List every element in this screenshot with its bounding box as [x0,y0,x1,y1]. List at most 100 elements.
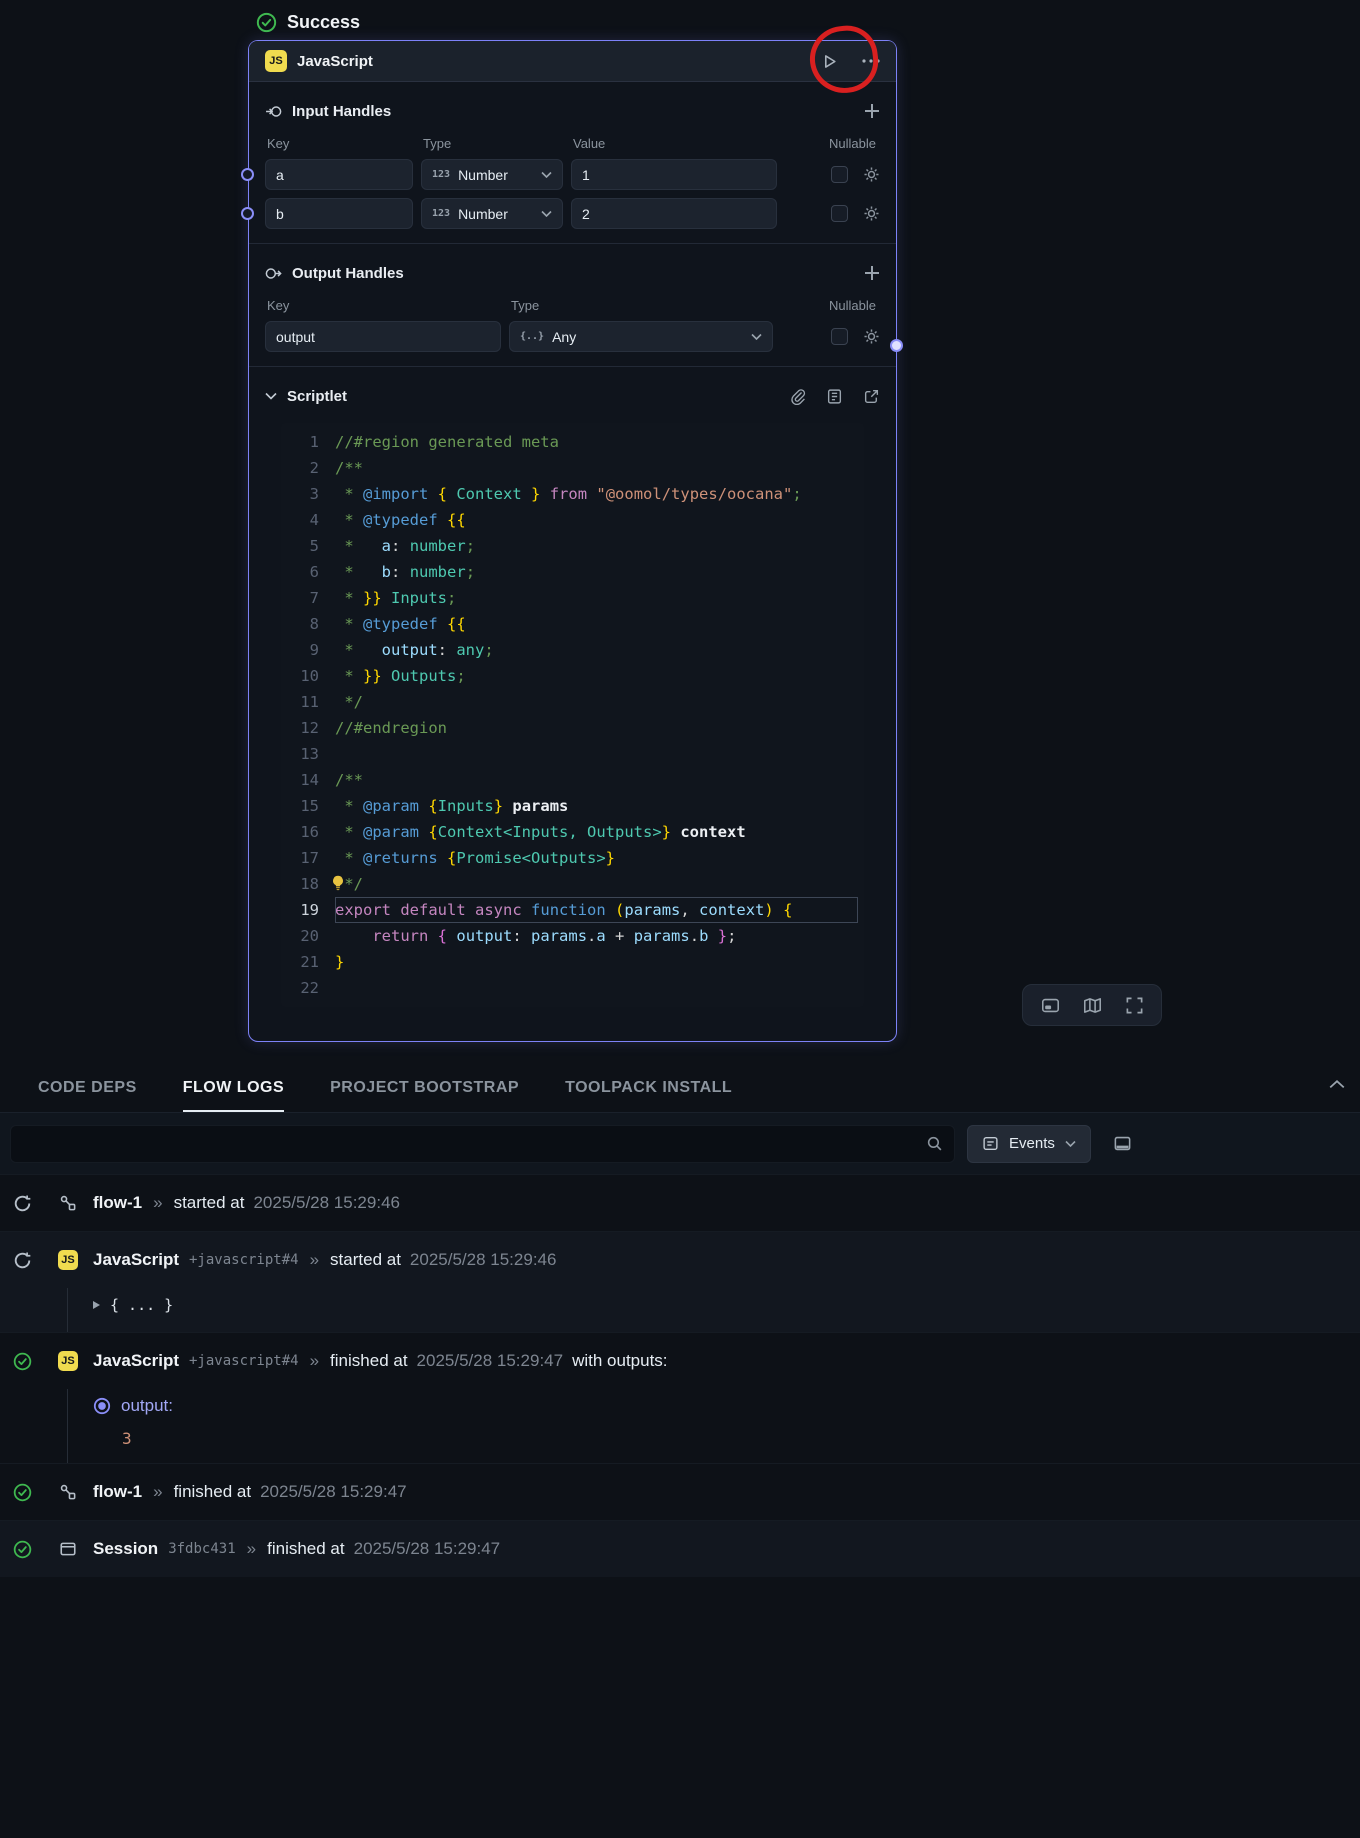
code-line-8[interactable]: * @typedef {{ [335,611,858,637]
log-separator: » [310,1250,319,1270]
fit-view-button[interactable] [1117,990,1151,1020]
code-editor[interactable]: 12345678910111213141516171819202122 //#r… [281,423,864,1007]
log-node-name: JavaScript [93,1351,179,1371]
code-line-11[interactable]: */ [335,689,858,715]
code-line-21[interactable]: } [335,949,858,975]
log-row[interactable]: JS JavaScript +javascript#4 » finished a… [0,1333,1360,1389]
add-input-handle-button[interactable] [864,103,880,119]
type-select[interactable]: 123 Number [421,198,563,229]
spinner-icon [13,1251,32,1270]
code-line-4[interactable]: * @typedef {{ [335,507,858,533]
attach-button[interactable] [789,388,806,405]
nullable-checkbox[interactable] [831,328,848,345]
log-entry-session-finished: Session 3fdbc431 » finished at 2025/5/28… [0,1520,1360,1577]
bottom-panel-tabs: CODE DEPS FLOW LOGS PROJECT BOOTSTRAP TO… [0,1065,1360,1112]
code-line-2[interactable]: /** [335,455,858,481]
check-icon [13,1483,32,1502]
panel-layout-button[interactable] [1033,990,1067,1020]
tab-project-bootstrap[interactable]: PROJECT BOOTSTRAP [330,1065,519,1112]
code-line-17[interactable]: * @returns {Promise<Outputs>} [335,845,858,871]
tab-code-deps[interactable]: CODE DEPS [38,1065,137,1112]
code-line-10[interactable]: * }} Outputs; [335,663,858,689]
plus-icon [864,103,880,119]
input-handles-icon [265,103,282,120]
session-icon [59,1540,77,1558]
code-line-12[interactable]: //#endregion [335,715,858,741]
code-line-3[interactable]: * @import { Context } from "@oomol/types… [335,481,858,507]
log-entry-flow-started: flow-1 » started at 2025/5/28 15:29:46 [0,1174,1360,1231]
code-line-22[interactable] [335,975,858,1001]
collapse-panel-button[interactable] [1328,1077,1346,1091]
open-external-button[interactable] [863,388,880,405]
log-action: finished at [330,1351,408,1371]
log-output-value: 3 [68,1423,1360,1453]
node-menu-button[interactable] [862,59,880,63]
log-separator: » [153,1193,162,1213]
log-output-key: output: [121,1396,173,1416]
log-row[interactable]: flow-1 » started at 2025/5/28 15:29:46 [0,1175,1360,1231]
log-panel-toggle-button[interactable] [1113,1134,1132,1153]
minimap-button[interactable] [1075,990,1109,1020]
log-row[interactable]: JS JavaScript +javascript#4 » started at… [0,1232,1360,1288]
type-select[interactable]: 123 Number [421,159,563,190]
handle-settings-button[interactable] [863,328,880,345]
code-line-20[interactable]: return { output: params.a + params.b }; [335,923,858,949]
code-line-19[interactable]: export default async function (params, c… [335,897,858,923]
output-columns: Key Type Nullable [265,298,880,313]
canvas-toolbar [1022,984,1162,1026]
search-input[interactable] [10,1125,955,1163]
flow-icon [59,1194,77,1212]
code-line-18[interactable]: */ [335,871,858,897]
tab-flow-logs[interactable]: FLOW LOGS [183,1065,284,1112]
javascript-node[interactable]: JS JavaScript Input Handles [248,40,897,1042]
code-line-14[interactable]: /** [335,767,858,793]
output-port[interactable] [890,339,903,352]
code-line-5[interactable]: * a: number; [335,533,858,559]
handle-settings-button[interactable] [863,166,880,183]
chevron-up-icon [1328,1077,1346,1091]
code-line-15[interactable]: * @param {Inputs} params [335,793,858,819]
log-node-name: JavaScript [93,1250,179,1270]
code-line-16[interactable]: * @param {Context<Inputs, Outputs>} cont… [335,819,858,845]
code-line-9[interactable]: * output: any; [335,637,858,663]
tab-toolpack-install[interactable]: TOOLPACK INSTALL [565,1065,732,1112]
add-output-handle-button[interactable] [864,265,880,281]
flow-icon [59,1483,77,1501]
spinner-icon [13,1194,32,1213]
log-row[interactable]: flow-1 » finished at 2025/5/28 15:29:47 [0,1464,1360,1520]
output-handles-title: Output Handles [292,265,404,282]
log-detail-expander[interactable]: { ... } [68,1288,1360,1322]
code-lines[interactable]: //#region generated meta/** * @import { … [319,429,864,1001]
app: Success JS JavaScript Inpu [0,0,1360,1838]
handle-settings-button[interactable] [863,205,880,222]
code-line-6[interactable]: * b: number; [335,559,858,585]
events-filter-button[interactable]: Events [967,1125,1091,1163]
log-output-row[interactable]: output: [68,1389,1360,1423]
log-action: finished at [267,1539,345,1559]
nullable-checkbox[interactable] [831,205,848,222]
key-input[interactable] [265,321,501,352]
input-columns: Key Type Value Nullable [265,136,880,151]
nullable-checkbox[interactable] [831,166,848,183]
value-input[interactable] [571,198,777,229]
docs-button[interactable] [826,388,843,405]
flow-canvas[interactable]: Success JS JavaScript Inpu [0,0,1360,1065]
input-handles-section: Input Handles Key Type Value Nullable 12… [249,82,896,229]
node-header[interactable]: JS JavaScript [249,41,896,82]
code-line-13[interactable] [335,741,858,767]
code-line-1[interactable]: //#region generated meta [335,429,858,455]
type-select[interactable]: {..} Any [509,321,773,352]
input-port-b[interactable] [241,207,254,220]
value-input[interactable] [571,159,777,190]
run-node-button[interactable] [821,53,838,70]
input-port-a[interactable] [241,168,254,181]
log-entry-js-started: JS JavaScript +javascript#4 » started at… [0,1231,1360,1332]
key-input[interactable] [265,159,413,190]
key-input[interactable] [265,198,413,229]
code-line-7[interactable]: * }} Inputs; [335,585,858,611]
log-suffix: with outputs: [572,1351,667,1371]
log-timestamp: 2025/5/28 15:29:46 [410,1250,557,1270]
log-detail: { ... } [110,1296,173,1314]
collapse-chevron-icon[interactable] [265,392,277,400]
log-row[interactable]: Session 3fdbc431 » finished at 2025/5/28… [0,1521,1360,1577]
